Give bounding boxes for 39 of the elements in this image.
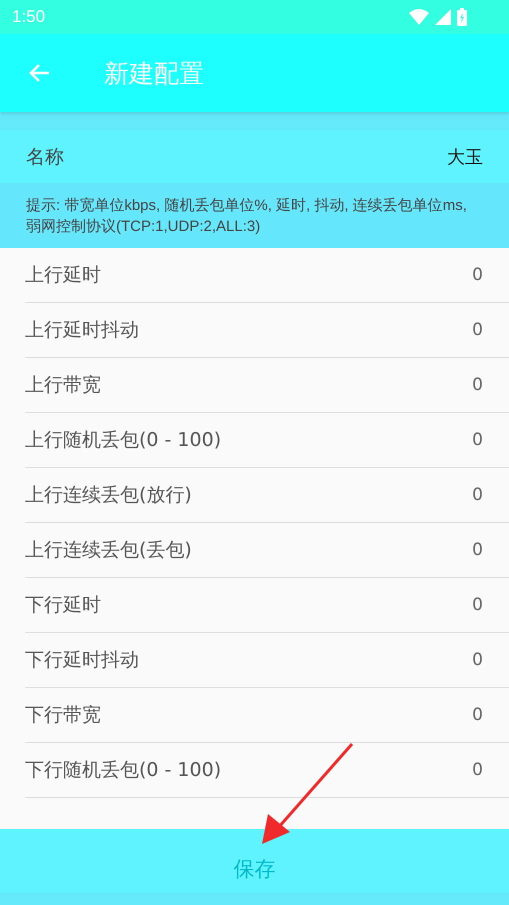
setting-label: 下行延时抖动 [25, 648, 139, 673]
setting-value: 0 [472, 760, 483, 780]
setting-label: 下行随机丢包(0 - 100) [25, 758, 222, 783]
setting-label: 下行延时 [25, 593, 101, 618]
setting-value: 0 [472, 705, 483, 725]
setting-value: 0 [472, 320, 483, 340]
setting-row[interactable]: 下行延时 0 [25, 578, 509, 633]
setting-label: 上行随机丢包(0 - 100) [25, 428, 222, 453]
setting-row[interactable]: 上行延时抖动 0 [25, 303, 509, 358]
name-label: 名称 [26, 144, 64, 170]
setting-label: 上行带宽 [25, 373, 101, 398]
battery-icon [457, 8, 467, 26]
setting-row[interactable]: 上行随机丢包(0 - 100) 0 [25, 413, 509, 468]
setting-value: 0 [472, 430, 483, 450]
setting-value: 0 [472, 375, 483, 395]
setting-label: 上行延时 [25, 263, 101, 288]
setting-label: 上行连续丢包(放行) [25, 483, 192, 508]
setting-label: 上行延时抖动 [25, 318, 139, 343]
setting-label: 下行带宽 [25, 703, 101, 728]
setting-row[interactable]: 上行带宽 0 [25, 358, 509, 413]
setting-value: 0 [472, 265, 483, 285]
name-value: 大玉 [447, 146, 483, 168]
setting-label: 上行连续丢包(丢包) [25, 538, 192, 563]
setting-row[interactable]: 上行连续丢包(放行) 0 [25, 468, 509, 523]
hint-text: 提示: 带宽单位kbps, 随机丢包单位%, 延时, 抖动, 连续丢包单位ms, 弱网控制协议(TCP:1,UDP:2,ALL:3) [26, 197, 467, 235]
name-row[interactable]: 名称 大玉 [0, 130, 509, 183]
setting-row[interactable]: 下行带宽 0 [25, 688, 509, 743]
setting-row[interactable]: 下行随机丢包(0 - 100) 0 [25, 743, 509, 798]
setting-row[interactable]: 上行延时 0 [25, 248, 509, 303]
screen-title: 新建配置 [104, 58, 204, 90]
setting-value: 0 [472, 485, 483, 505]
setting-row[interactable]: 下行延时抖动 0 [25, 633, 509, 688]
setting-row[interactable]: 上行连续丢包(丢包) 0 [25, 523, 509, 578]
setting-value: 0 [472, 650, 483, 670]
setting-value: 0 [472, 540, 483, 560]
signal-icon [435, 9, 451, 25]
status-time: 1:50 [12, 7, 46, 27]
setting-value: 0 [472, 595, 483, 615]
wifi-icon [409, 9, 429, 25]
